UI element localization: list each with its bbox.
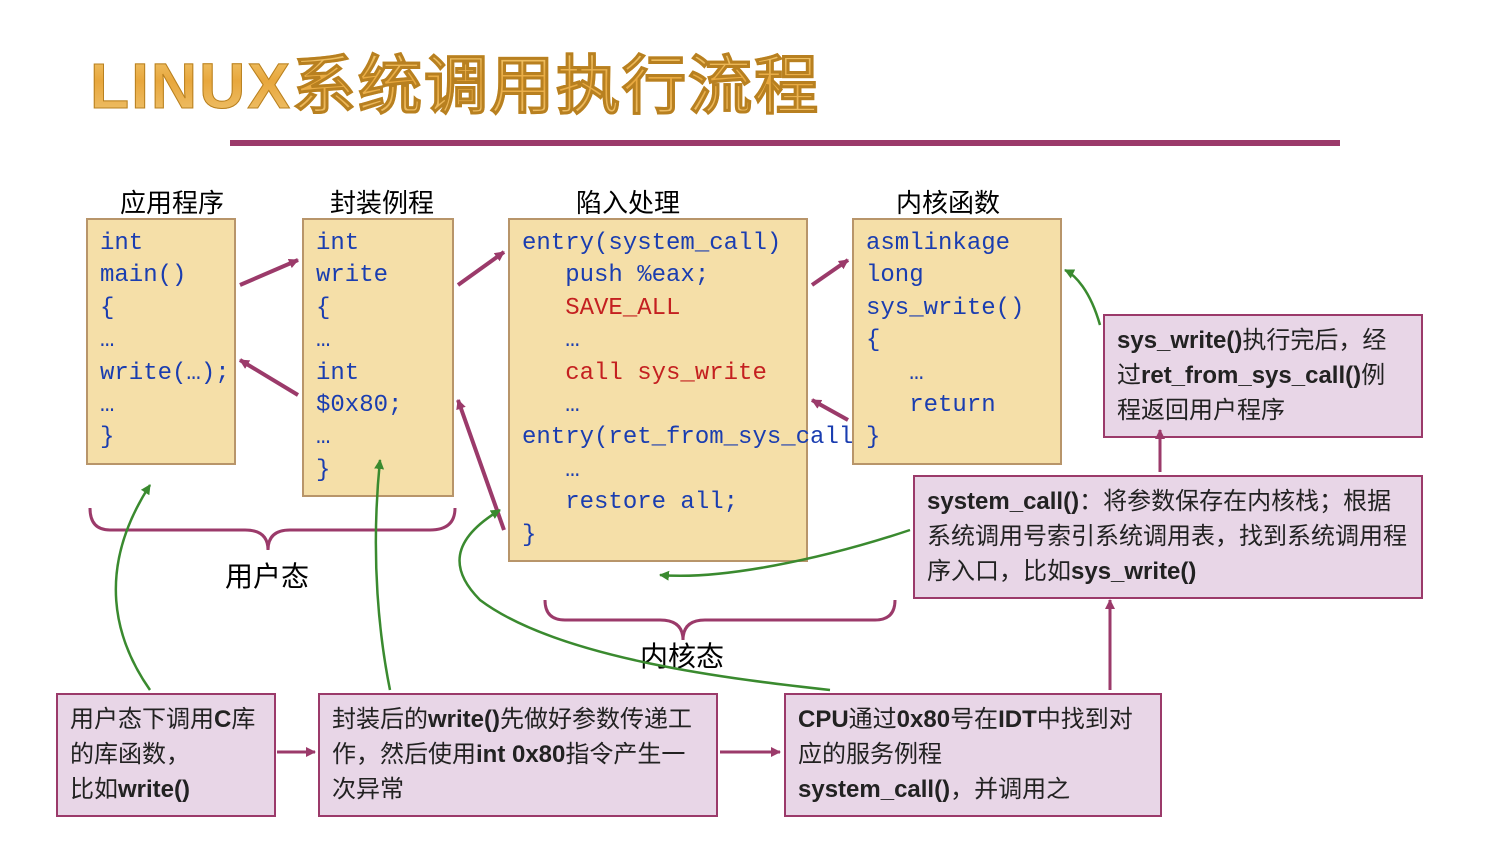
code-line: } [100,422,222,454]
code-line: … [522,390,794,422]
code-line: entry(ret_from_sys_call) [522,422,794,454]
code-line: … [522,455,794,487]
desc-bold: sys_write() [1117,327,1242,354]
arrow-trap-to-kern [812,260,848,285]
desc-text: ，并调用之 [950,776,1070,803]
desc-text: 比如 [70,776,118,803]
desc-bold: sys_write() [1071,558,1196,585]
col-header-app: 应用程序 [120,183,224,220]
bracket-user [90,508,455,550]
code-line: { [100,293,222,325]
col-header-kernel: 内核函数 [896,183,1000,220]
code-line: int $0x80; [316,358,440,423]
arrow-trap-to-wrap [458,400,504,530]
desc-text: 封装后的 [332,706,428,733]
code-line: SAVE_ALL [522,293,794,325]
codebox-app: int main() { … write(…); … } [86,218,236,465]
code-line: return [866,390,1048,422]
desc-bold: ret_from_sys_call() [1141,362,1361,389]
desc-bold: C [214,706,231,733]
code-line: } [316,455,440,487]
code-line: asmlinkage long [866,228,1048,293]
code-line: … [100,325,222,357]
page-title: LINUX系统调用执行流程 [90,35,820,127]
code-line: push %eax; [522,260,794,292]
desc-bold: 0x80 [897,706,950,733]
code-line: restore all; [522,487,794,519]
code-line: { [316,293,440,325]
desc-text: 通过 [849,706,897,733]
arrow-wrap-to-trap [458,252,504,285]
descbox-2: 封装后的write()先做好参数传递工作，然后使用int 0x80指令产生一次异… [318,693,718,817]
code-line: … [866,358,1048,390]
arrow-app-to-wrap [240,260,298,285]
desc-bold: write() [118,776,190,803]
descbox-5: sys_write()执行完后，经过ret_from_sys_call()例程返… [1103,314,1423,438]
descbox-3: CPU通过0x80号在IDT中找到对应的服务例程 system_call()，并… [784,693,1162,817]
code-line: { [866,325,1048,357]
descbox-4: system_call()：将参数保存在内核栈；根据系统调用号索引系统调用表，找… [913,475,1423,599]
code-line: … [316,422,440,454]
code-line: write(…); [100,358,222,390]
green-arrow-desc1 [116,485,150,690]
title-underline [230,140,1340,146]
code-line: } [866,422,1048,454]
codebox-kernel: asmlinkage long sys_write() { … return } [852,218,1062,465]
code-line: … [522,325,794,357]
desc-bold: IDT [998,706,1037,733]
code-line: call sys_write [522,358,794,390]
code-line: … [100,390,222,422]
mode-user-label: 用户态 [225,555,309,595]
codebox-wrapper: int write { … int $0x80; … } [302,218,454,497]
code-line: sys_write() [866,293,1048,325]
code-line: int write [316,228,440,293]
code-line: … [316,325,440,357]
bracket-kernel [545,600,895,640]
code-line: int main() [100,228,222,293]
desc-bold: system_call() [927,488,1079,515]
col-header-trap: 陷入处理 [576,183,680,220]
code-line: } [522,520,794,552]
codebox-trap: entry(system_call) push %eax; SAVE_ALL …… [508,218,808,562]
mode-kernel-label: 内核态 [640,635,724,675]
arrow-kern-to-trap [812,400,848,420]
green-arrow-desc5 [1065,270,1100,325]
desc-text: 用户态下调用 [70,706,214,733]
desc-text: 号在 [950,706,998,733]
desc-bold: write() [428,706,500,733]
code-line: entry(system_call) [522,228,794,260]
arrow-wrap-to-app [240,360,298,395]
descbox-1: 用户态下调用C库的库函数， 比如write() [56,693,276,817]
desc-bold: CPU [798,706,849,733]
desc-bold: system_call() [798,776,950,803]
col-header-wrapper: 封装例程 [330,183,434,220]
desc-bold: int 0x80 [476,741,565,768]
